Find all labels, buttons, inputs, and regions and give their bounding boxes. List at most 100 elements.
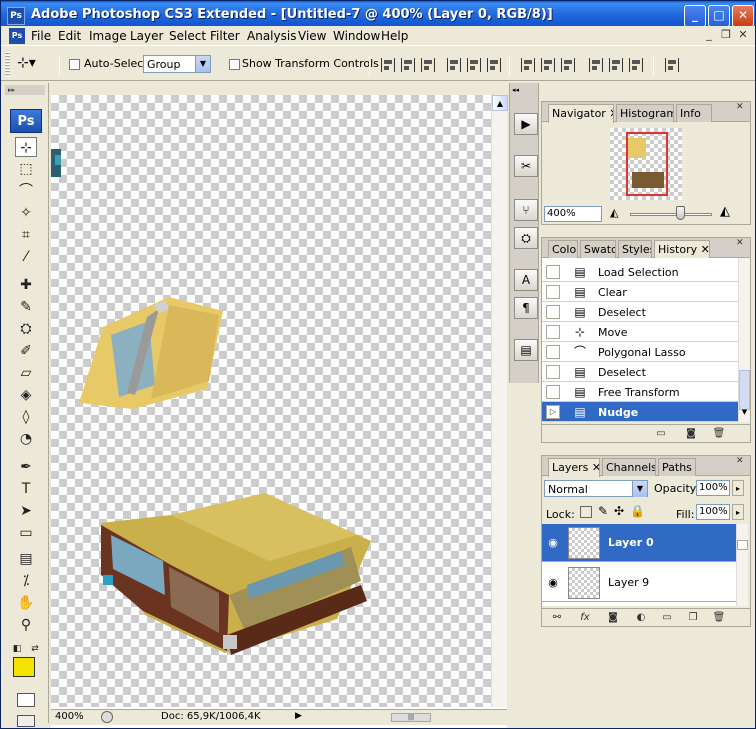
navigator-zoom-slider[interactable] xyxy=(630,213,712,216)
scroll-up-icon[interactable]: ▲ xyxy=(492,95,508,111)
lock-position-icon[interactable]: ✣ xyxy=(614,504,624,518)
history-state[interactable]: ▤ Deselect xyxy=(542,362,738,382)
history-brush-source-box[interactable] xyxy=(546,385,560,399)
layer-thumbnail[interactable] xyxy=(568,527,600,559)
document-restore-button[interactable]: ❐ xyxy=(718,28,734,43)
history-brush-source-box[interactable] xyxy=(546,345,560,359)
link-layers-icon[interactable]: ⚯ xyxy=(550,611,564,624)
new-layer-icon[interactable]: ❐ xyxy=(686,611,700,624)
document-minimize-button[interactable]: _ xyxy=(701,28,717,43)
dodge-tool-icon[interactable]: ◔ xyxy=(15,429,37,449)
new-snapshot-icon[interactable]: ◙ xyxy=(684,427,698,440)
distribute-right-icon[interactable] xyxy=(629,58,643,72)
lock-image-icon[interactable]: ✎ xyxy=(598,504,608,518)
menu-image[interactable]: Image xyxy=(89,29,127,43)
menu-layer[interactable]: Layer xyxy=(130,29,163,43)
fill-slider-arrow-icon[interactable]: ▸ xyxy=(732,504,744,520)
clone-stamp-tool-icon[interactable]: ⛭ xyxy=(15,319,37,339)
toolbox-ps-logo[interactable]: Ps xyxy=(10,109,42,133)
screen-mode-icon[interactable] xyxy=(17,715,35,727)
path-selection-tool-icon[interactable]: ➤ xyxy=(15,501,37,521)
maximize-button[interactable]: □ xyxy=(708,5,730,27)
crop-tool-icon[interactable]: ⌗ xyxy=(15,225,37,245)
menu-select[interactable]: Select xyxy=(169,29,206,43)
magic-wand-tool-icon[interactable]: ✧ xyxy=(15,203,37,223)
pen-tool-icon[interactable]: ✒ xyxy=(15,457,37,477)
history-state[interactable]: ▤ Deselect xyxy=(542,302,738,322)
tab-styles[interactable]: Styles xyxy=(618,240,652,258)
menu-help[interactable]: Help xyxy=(381,29,408,43)
history-brush-source-box[interactable] xyxy=(546,325,560,339)
scroll-down-icon[interactable]: ▼ xyxy=(739,408,750,420)
history-brush-source-box[interactable] xyxy=(546,285,560,299)
canvas[interactable] xyxy=(51,95,491,707)
brush-tool-icon[interactable]: ✎ xyxy=(15,297,37,317)
horizontal-scroll-thumb[interactable]: ||| xyxy=(391,713,431,722)
slice-tool-icon[interactable]: ⁄ xyxy=(15,247,37,267)
distribute-vertical-center-icon[interactable] xyxy=(541,58,555,72)
distribute-horizontal-center-icon[interactable] xyxy=(609,58,623,72)
menu-analysis[interactable]: Analysis xyxy=(247,29,296,43)
panel-close-icon[interactable]: ✕ xyxy=(736,456,744,466)
history-state[interactable]: ⌒ Polygonal Lasso xyxy=(542,342,738,362)
layer-mask-icon[interactable]: ◙ xyxy=(606,611,620,624)
align-bottom-icon[interactable] xyxy=(421,58,435,72)
navigator-zoom-field[interactable]: 400% xyxy=(544,206,602,222)
character-panel-icon[interactable]: A xyxy=(514,269,538,291)
canvas-vertical-scrollbar[interactable]: ▲ xyxy=(491,95,508,707)
layer-row[interactable]: ◉ Layer 0 xyxy=(542,524,736,562)
healing-brush-tool-icon[interactable]: ✚ xyxy=(15,275,37,295)
delete-layer-icon[interactable]: 🗑 xyxy=(712,611,726,624)
notes-tool-icon[interactable]: ▤ xyxy=(15,549,37,569)
lock-all-icon[interactable]: 🔒 xyxy=(630,504,645,518)
history-state[interactable]: ▤ Free Transform xyxy=(542,382,738,402)
eye-icon[interactable]: ◉ xyxy=(546,576,560,590)
history-brush-source-box[interactable] xyxy=(546,305,560,319)
eraser-tool-icon[interactable]: ▱ xyxy=(15,363,37,383)
tab-swatches[interactable]: Swatches xyxy=(580,240,616,258)
layer-name[interactable]: Layer 9 xyxy=(608,576,649,589)
tool-presets-icon[interactable]: ✂ xyxy=(514,155,538,177)
layers-scroll-thumb[interactable] xyxy=(737,540,748,550)
status-info-icon[interactable] xyxy=(101,711,113,723)
shape-tool-icon[interactable]: ▭ xyxy=(15,523,37,543)
navigator-zoom-slider-handle[interactable] xyxy=(676,206,685,220)
navigator-thumbnail[interactable] xyxy=(610,128,682,200)
panel-close-icon[interactable]: ✕ xyxy=(736,238,744,248)
tab-layers[interactable]: Layers ✕ xyxy=(548,458,600,477)
layer-style-icon[interactable]: fx xyxy=(578,611,592,624)
move-tool-icon[interactable]: ⊹ xyxy=(15,137,37,157)
align-horizontal-center-icon[interactable] xyxy=(467,58,481,72)
align-top-icon[interactable] xyxy=(381,58,395,72)
distribute-top-icon[interactable] xyxy=(521,58,535,72)
menu-view[interactable]: View xyxy=(298,29,326,43)
minimize-button[interactable]: _ xyxy=(684,5,706,27)
panel-close-icon[interactable]: ✕ xyxy=(736,102,744,112)
type-tool-icon[interactable]: T xyxy=(15,479,37,499)
paint-bucket-tool-icon[interactable]: ◈ xyxy=(15,385,37,405)
history-brush-tool-icon[interactable]: ✐ xyxy=(15,341,37,361)
status-menu-arrow-icon[interactable]: ▶ xyxy=(295,711,302,721)
tab-histogram[interactable]: Histogram xyxy=(616,104,674,122)
zoom-out-icon[interactable]: ◭ xyxy=(610,206,618,219)
show-transform-checkbox[interactable] xyxy=(229,59,240,70)
auto-select-dropdown[interactable]: Group ▼ xyxy=(143,55,211,73)
layer-thumbnail[interactable] xyxy=(568,567,600,599)
history-state[interactable]: ▤ Load Selection xyxy=(542,262,738,282)
document-close-button[interactable]: ✕ xyxy=(735,28,751,43)
lasso-tool-icon[interactable]: ⌒ xyxy=(15,181,37,201)
history-state[interactable]: ▷ ▤ Nudge xyxy=(542,402,738,422)
blur-tool-icon[interactable]: ◊ xyxy=(15,407,37,427)
distribute-left-icon[interactable] xyxy=(589,58,603,72)
menu-window[interactable]: Window xyxy=(333,29,380,43)
actions-panel-icon[interactable]: ▶ xyxy=(514,113,538,135)
eye-icon[interactable]: ◉ xyxy=(546,536,560,550)
opacity-slider-arrow-icon[interactable]: ▸ xyxy=(732,480,744,496)
zoom-in-icon[interactable]: ◭ xyxy=(720,204,730,219)
history-scroll-thumb[interactable] xyxy=(739,370,750,410)
hand-tool-icon[interactable]: ✋ xyxy=(15,593,37,613)
auto-align-layers-icon[interactable] xyxy=(665,58,679,72)
layer-row[interactable]: ◉ Layer 9 xyxy=(542,564,736,602)
default-colors-icon[interactable]: ◧ xyxy=(9,639,25,659)
layers-scrollbar[interactable] xyxy=(736,524,748,606)
